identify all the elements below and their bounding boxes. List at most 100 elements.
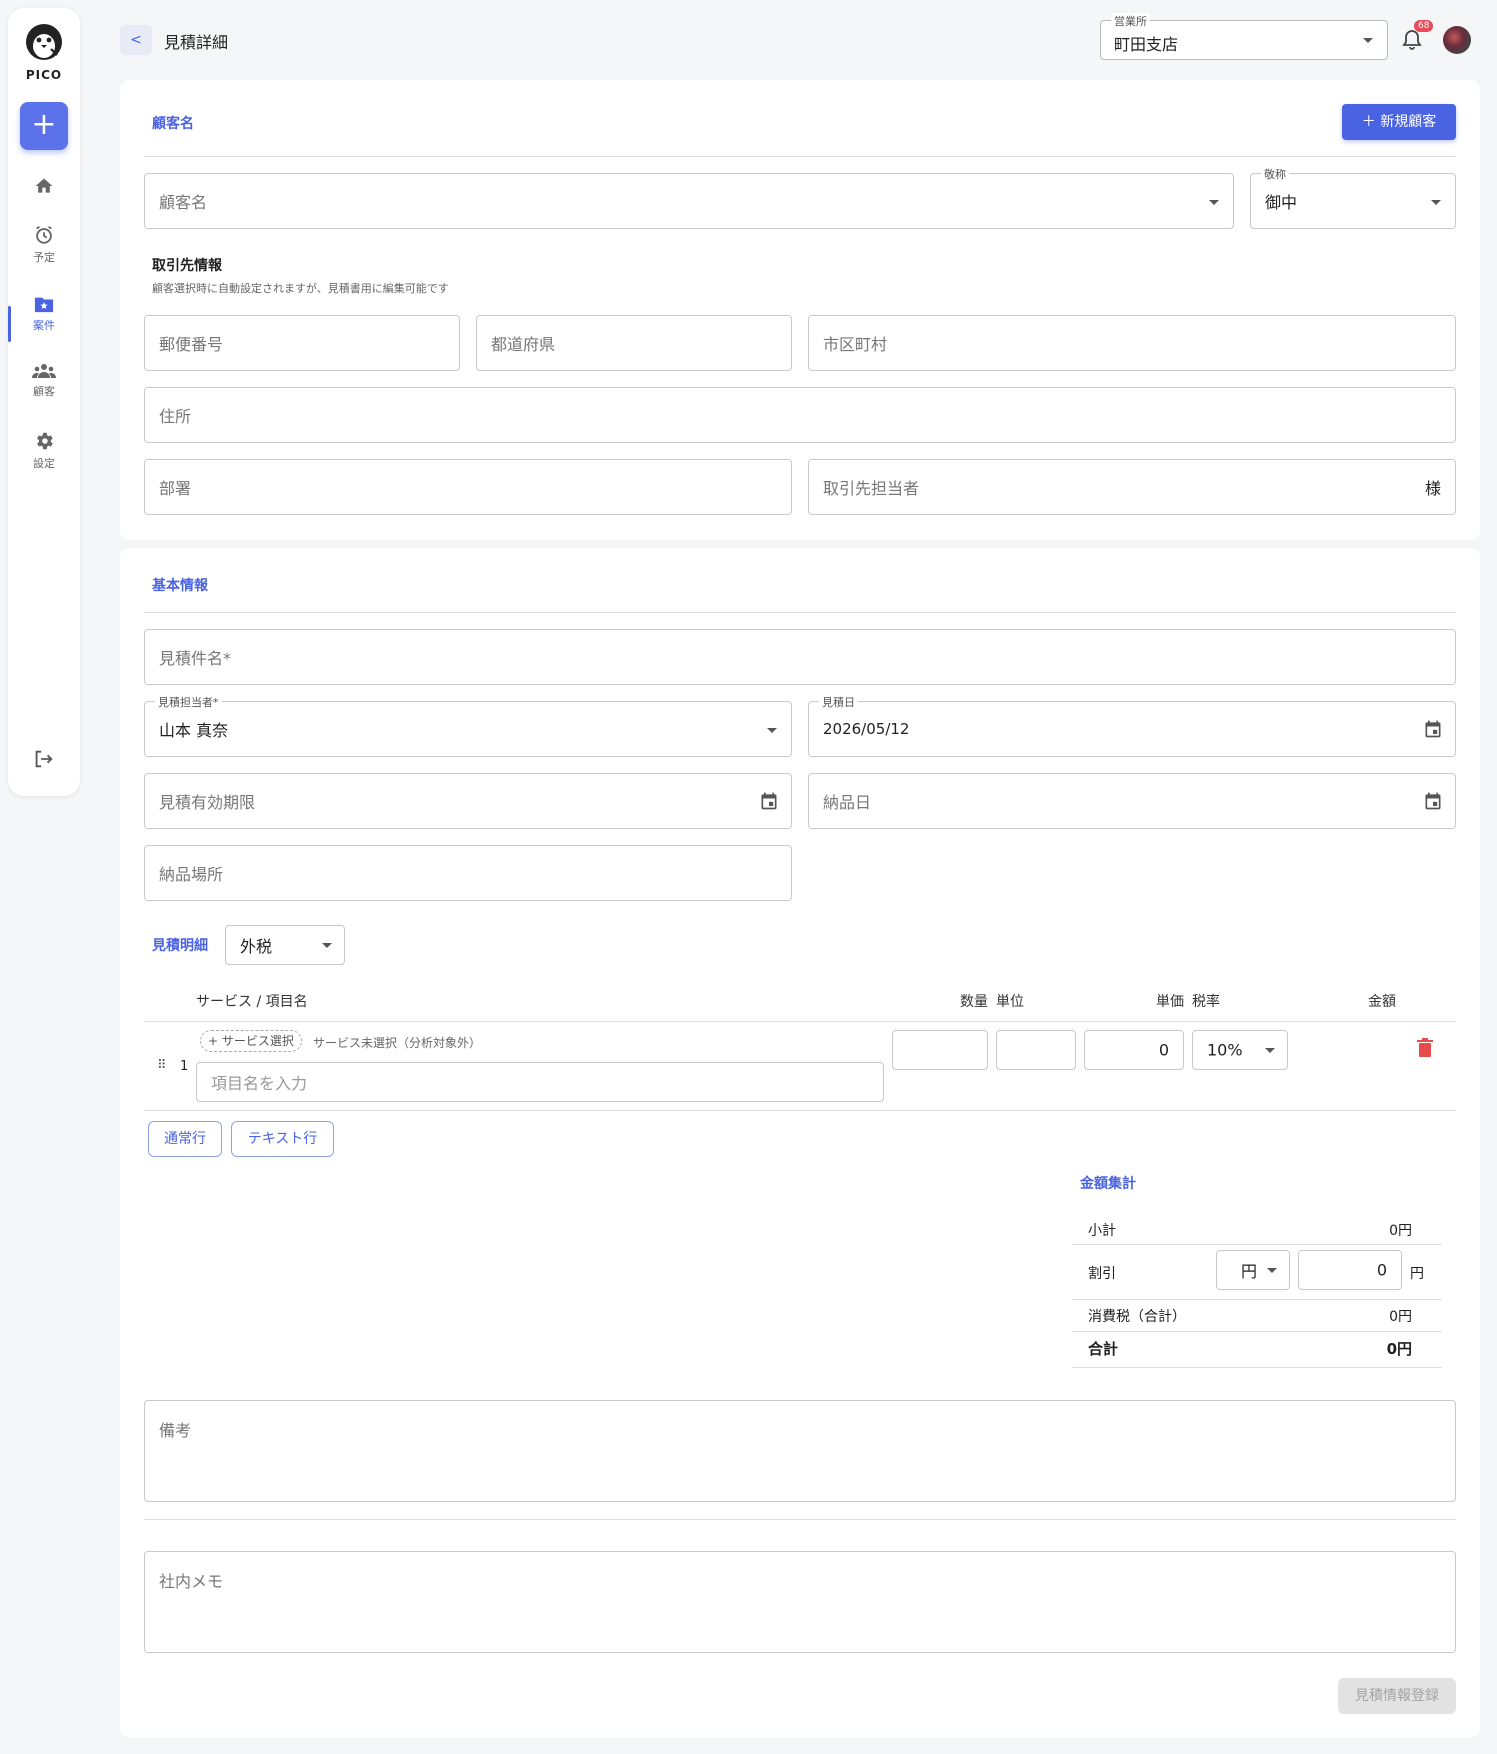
logout-button[interactable] [32,748,54,774]
gear-icon [37,432,53,450]
plus-icon: ＋ [1361,114,1376,130]
delivery-date-field[interactable]: 納品日 [808,773,1456,829]
avatar[interactable] [1443,26,1471,54]
column-quantity: 数量 [960,994,988,1010]
staff-label: 見積担当者* [155,694,222,710]
drag-handle-icon[interactable]: ⠿ [157,1058,167,1073]
notification-button[interactable] [1402,29,1422,55]
tax-mode-select[interactable]: 外税 [225,925,345,965]
item-name-input[interactable]: 項目名を入力 [196,1062,884,1102]
new-customer-label: 新規顧客 [1380,114,1437,130]
sidebar-item-schedule[interactable]: 予定 [8,224,80,265]
logout-icon [35,750,53,768]
divider [1072,1331,1442,1332]
delivery-place-field[interactable]: 納品場所 [144,845,792,901]
service-select-button[interactable]: + サービス選択 [200,1030,302,1052]
address-field[interactable]: 住所 [144,387,1456,443]
logo-text: PICO [25,68,63,82]
customer-name-select[interactable]: 顧客名 [144,173,1234,229]
staff-select[interactable]: 見積担当者* 山本 真奈 [144,694,792,757]
department-placeholder: 部署 [159,479,192,498]
sidebar-item-customers[interactable]: 顧客 [8,362,80,399]
trash-icon[interactable] [1417,1038,1433,1058]
sidebar-item-home[interactable] [8,176,80,199]
chevron-down-icon [1265,1048,1275,1053]
department-field[interactable]: 部署 [144,459,792,515]
subtotal-value: 0円 [1389,1223,1412,1239]
calendar-icon[interactable] [759,791,779,811]
discount-value: 0 [1376,1260,1387,1280]
unit-input[interactable] [996,1030,1076,1070]
sidebar-item-label: 設定 [33,457,55,470]
honorific-select[interactable]: 敬称 御中 [1250,166,1456,229]
office-value: 町田支店 [1114,35,1179,54]
unit-price-input[interactable]: 0 [1084,1030,1184,1070]
internal-memo-textarea[interactable]: 社内メモ [144,1551,1456,1653]
folder-star-icon [34,297,54,313]
column-amount: 金額 [1368,994,1396,1010]
expiry-date-placeholder: 見積有効期限 [159,793,256,812]
penguin-logo-icon [26,24,62,60]
total-label: 合計 [1088,1340,1119,1358]
discount-label: 割引 [1088,1266,1116,1282]
quantity-input[interactable] [892,1030,988,1070]
estimate-date-value: 2026/05/12 [823,720,910,738]
partner-info-description: 顧客選択時に自動設定されますが、見積書用に編集可能です [152,282,449,295]
chevron-down-icon [1267,1268,1277,1273]
postal-code-placeholder: 郵便番号 [159,335,224,354]
sidebar-item-label: 予定 [33,251,55,264]
discount-unit-select[interactable]: 円 [1216,1250,1290,1290]
city-field[interactable]: 市区町村 [808,315,1456,371]
basic-info-card: 基本情報 見積件名* 見積担当者* 山本 真奈 見積日 2026/05/12 見… [120,548,1480,1738]
contact-person-placeholder: 取引先担当者 [823,479,920,498]
estimate-name-placeholder: 見積件名* [159,649,232,668]
subtotal-label: 小計 [1088,1223,1116,1239]
office-select[interactable]: 営業所 町田支店 [1100,13,1388,60]
divider [144,1110,1456,1111]
back-button[interactable]: < [120,25,152,55]
tax-value: 0円 [1389,1309,1412,1325]
prefecture-field[interactable]: 都道府県 [476,315,792,371]
new-customer-button[interactable]: ＋ 新規顧客 [1342,104,1456,140]
sidebar-item-projects[interactable]: 案件 [8,294,80,333]
bell-icon [1402,30,1422,50]
contact-person-field[interactable]: 取引先担当者 様 [808,459,1456,515]
discount-suffix: 円 [1410,1266,1424,1282]
calendar-icon[interactable] [1423,791,1443,811]
estimate-date-field[interactable]: 見積日 2026/05/12 [808,694,1456,757]
total-value: 0円 [1386,1340,1412,1358]
chevron-down-icon [767,728,777,733]
tax-rate-select[interactable]: 10% [1192,1030,1288,1070]
postal-code-field[interactable]: 郵便番号 [144,315,460,371]
logo[interactable]: PICO [8,22,80,82]
chevron-down-icon [322,943,332,948]
add-text-row-button[interactable]: テキスト行 [231,1121,334,1157]
honorific-value: 御中 [1265,193,1298,212]
basic-section-title: 基本情報 [152,578,208,594]
divider [144,612,1456,613]
discount-input[interactable]: 0 [1298,1250,1402,1290]
divider [1072,1299,1442,1300]
chevron-down-icon [1363,38,1373,43]
discount-suffix-row: 円 [1410,1263,1430,1283]
estimate-date-label: 見積日 [819,694,858,710]
submit-estimate-button[interactable]: 見積情報登録 [1338,1678,1456,1714]
tax-rate-value: 10% [1207,1040,1243,1060]
add-normal-row-button[interactable]: 通常行 [148,1121,222,1157]
column-unit-price: 単価 [1156,994,1184,1010]
remarks-textarea[interactable]: 備考 [144,1400,1456,1502]
office-label: 営業所 [1111,13,1150,29]
partner-info-title: 取引先情報 [152,258,222,274]
tax-label: 消費税（合計） [1088,1309,1186,1325]
sidebar-item-settings[interactable]: 設定 [8,430,80,471]
city-placeholder: 市区町村 [823,335,888,354]
service-note: サービス未選択（分析対象外） [313,1036,482,1050]
honorific-label: 敬称 [1261,166,1289,182]
internal-memo-placeholder: 社内メモ [159,1572,224,1591]
expiry-date-field[interactable]: 見積有効期限 [144,773,792,829]
calendar-icon[interactable] [1423,719,1443,739]
details-title: 見積明細 [152,938,208,954]
estimate-name-field[interactable]: 見積件名* [144,629,1456,685]
quick-add-button[interactable]: + [20,102,68,150]
sidebar: PICO + 予定 案件 顧客 設定 [8,8,80,796]
